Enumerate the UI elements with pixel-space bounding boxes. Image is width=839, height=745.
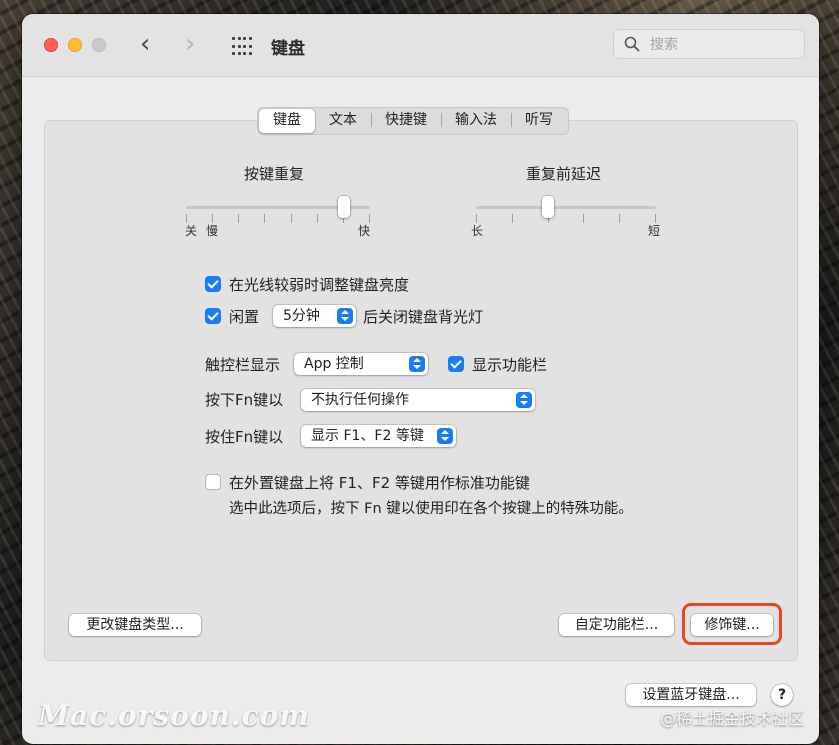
delay-until-repeat-track	[476, 206, 656, 209]
tab-text[interactable]: 文本	[315, 109, 371, 133]
delay-short-label: 短	[648, 224, 661, 238]
key-repeat-tick	[238, 214, 239, 223]
tab-shortcuts[interactable]: 快捷键	[371, 109, 441, 133]
tab-bar: 键盘 文本 快捷键 输入法 听写	[257, 107, 569, 135]
modifier-keys-highlight	[682, 603, 782, 645]
key-repeat-slider[interactable]	[186, 196, 370, 223]
customize-control-strip-button[interactable]: 自定功能栏...	[559, 614, 674, 636]
hold-fn-value: 显示 F1、F2 等键	[311, 428, 424, 444]
zoom-button[interactable]	[92, 38, 106, 52]
change-keyboard-type-button[interactable]: 更改键盘类型...	[69, 614, 201, 636]
key-repeat-tick	[291, 214, 292, 223]
delay-until-repeat-tick	[619, 214, 620, 223]
press-fn-popup[interactable]: 不执行任何操作	[301, 389, 535, 411]
back-chevron-icon[interactable]: ‹	[140, 31, 150, 57]
search-input[interactable]	[648, 34, 792, 56]
idle-suffix-label: 后关闭键盘背光灯	[363, 308, 484, 326]
touch-bar-label: 触控栏显示	[205, 356, 281, 374]
watermark-mac-orsoon: Mac.orsoon.com	[38, 699, 310, 732]
tab-dictation[interactable]: 听写	[511, 109, 567, 133]
search-icon	[624, 36, 640, 52]
touch-bar-value: App 控制	[304, 356, 364, 372]
idle-duration-popup[interactable]: 5分钟	[273, 305, 356, 327]
show-all-grid-icon[interactable]	[232, 37, 252, 57]
window-title: 键盘	[271, 39, 305, 59]
key-repeat-tick	[317, 214, 318, 223]
key-repeat-fast-label: 快	[358, 224, 371, 238]
standard-function-keys-description: 选中此选项后，按下 Fn 键以使用印在各个按键上的特殊功能。	[229, 501, 633, 517]
key-repeat-off-label: 关	[185, 224, 198, 238]
delay-until-repeat-slider[interactable]	[476, 196, 656, 223]
show-control-strip-checkbox[interactable]	[448, 356, 464, 372]
standard-function-keys-checkbox[interactable]	[205, 474, 221, 490]
watermark-juejin: @稀土掘金技术社区	[660, 709, 805, 728]
hold-fn-popup[interactable]: 显示 F1、F2 等键	[301, 425, 456, 447]
key-repeat-slow-label: 慢	[206, 224, 219, 238]
delay-until-repeat-title: 重复前延迟	[526, 165, 602, 183]
tab-keyboard[interactable]: 键盘	[259, 109, 315, 133]
tab-input-sources[interactable]: 输入法	[441, 109, 511, 133]
setup-bluetooth-keyboard-button[interactable]: 设置蓝牙键盘...	[626, 684, 756, 706]
delay-until-repeat-tick	[583, 214, 584, 223]
key-repeat-thumb[interactable]	[338, 196, 350, 218]
popup-stepper-icon	[337, 308, 353, 324]
minimize-button[interactable]	[68, 38, 82, 52]
idle-prefix-label: 闲置	[229, 308, 260, 326]
touch-bar-popup[interactable]: App 控制	[294, 353, 428, 375]
popup-stepper-icon	[409, 356, 425, 372]
close-button[interactable]	[44, 38, 58, 52]
adjust-brightness-label: 在光线较弱时调整键盘亮度	[229, 276, 410, 294]
delay-until-repeat-tick	[512, 214, 513, 223]
popup-stepper-icon	[516, 392, 532, 408]
search-field[interactable]	[613, 29, 805, 59]
hold-fn-label: 按住Fn键以	[205, 428, 284, 446]
standard-function-keys-label: 在外置键盘上将 F1、F2 等键用作标准功能键	[229, 474, 530, 492]
forward-chevron-icon[interactable]: ›	[185, 31, 195, 57]
press-fn-value: 不执行任何操作	[311, 392, 409, 408]
title-bar: ‹ › 键盘	[22, 14, 819, 77]
system-preferences-window: ‹ › 键盘 键盘 文本 快捷键 输入法 听写 按键重复 关 慢 快 重复前延迟	[22, 14, 819, 744]
adjust-brightness-checkbox[interactable]	[205, 276, 221, 292]
key-repeat-title: 按键重复	[244, 165, 305, 183]
key-repeat-tick	[264, 214, 265, 223]
help-button[interactable]: ?	[771, 684, 793, 706]
press-fn-label: 按下Fn键以	[205, 391, 284, 409]
delay-until-repeat-thumb[interactable]	[542, 196, 554, 218]
delay-long-label: 长	[471, 224, 484, 238]
idle-duration-value: 5分钟	[283, 308, 320, 324]
idle-backlight-checkbox[interactable]	[205, 308, 221, 324]
show-control-strip-label: 显示功能栏	[472, 356, 548, 374]
popup-stepper-icon	[437, 428, 453, 444]
